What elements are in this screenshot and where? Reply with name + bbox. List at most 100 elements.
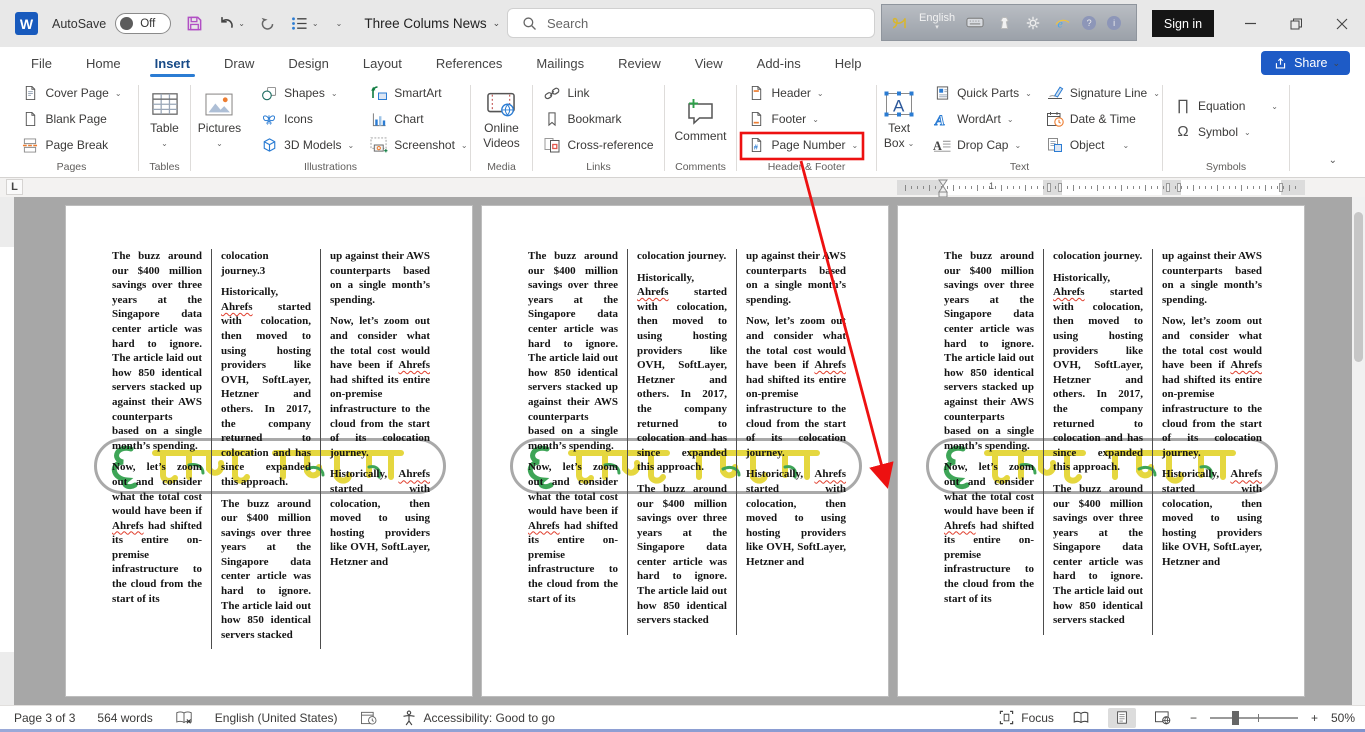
text-box-button[interactable]: A Text Box⌄ [875, 84, 923, 154]
blank-page-button[interactable]: Blank Page [17, 108, 125, 131]
right-indent-marker[interactable] [1279, 183, 1283, 192]
signature-line-button[interactable]: Signature Line⌄ [1042, 82, 1164, 105]
word-logo-icon[interactable]: W [15, 12, 38, 35]
date-time-button[interactable]: Date & Time [1042, 108, 1164, 131]
sign-in-button[interactable]: Sign in [1152, 10, 1214, 37]
tab-stop-selector[interactable]: L [6, 179, 23, 195]
tab-review[interactable]: Review [601, 47, 678, 79]
tab-draw[interactable]: Draw [207, 47, 271, 79]
page-indicator[interactable]: Page 3 of 3 [14, 711, 75, 725]
tab-design[interactable]: Design [271, 47, 345, 79]
document-page-3[interactable]: The buzz around our $400 million savings… [897, 205, 1305, 697]
share-button[interactable]: Share ⌄ [1261, 51, 1350, 75]
print-layout-button[interactable] [1108, 708, 1136, 728]
redo-button[interactable] [259, 16, 277, 32]
text-column-2[interactable]: colocation journey.Historically, Ahrefs … [637, 249, 737, 635]
close-button[interactable] [1319, 0, 1365, 47]
equation-button[interactable]: ∏Equation⌄ [1170, 95, 1282, 118]
web-layout-button[interactable] [1149, 708, 1177, 728]
link-button[interactable]: Link [539, 82, 657, 105]
document-page-2[interactable]: The buzz around our $400 million savings… [481, 205, 889, 697]
quick-parts-button[interactable]: Quick Parts⌄ [929, 82, 1036, 105]
shapes-button[interactable]: Shapes⌄ [256, 82, 358, 105]
restore-button[interactable] [1273, 0, 1319, 47]
text-column-2[interactable]: colocation journey.Historically, Ahrefs … [1053, 249, 1153, 635]
cover-page-button[interactable]: Cover Page⌄ [17, 82, 125, 105]
text-column-3[interactable]: up against their AWS counterparts based … [746, 249, 846, 635]
skin-icon[interactable] [995, 15, 1013, 31]
tab-mailings[interactable]: Mailings [519, 47, 601, 79]
comment-button[interactable]: Comment [667, 92, 733, 147]
tab-insert[interactable]: Insert [138, 47, 207, 79]
focus-mode-button[interactable]: Focus [997, 710, 1054, 726]
header-button[interactable]: Header⌄ [744, 82, 870, 105]
accessibility-checker[interactable]: Accessibility: Good to go [400, 710, 555, 726]
document-area[interactable]: The buzz around our $400 million savings… [0, 197, 1365, 705]
tab-file[interactable]: File [14, 47, 69, 79]
text-column-3[interactable]: up against their AWS counterparts based … [1162, 249, 1262, 635]
macro-recording-button[interactable] [360, 710, 378, 726]
pictures-button[interactable]: Pictures ⌄ [191, 84, 248, 154]
text-column-1[interactable]: The buzz around our $400 million savings… [528, 249, 628, 635]
keyboard-icon[interactable] [966, 15, 984, 31]
tab-help[interactable]: Help [818, 47, 879, 79]
icons-button[interactable]: Icons [256, 108, 358, 131]
column-marker[interactable] [1177, 183, 1181, 192]
save-button[interactable] [185, 16, 203, 32]
help-icon[interactable]: ? [1082, 16, 1096, 30]
minimize-button[interactable] [1227, 0, 1273, 47]
tab-home[interactable]: Home [69, 47, 138, 79]
customize-quick-access-button[interactable]: ⌄ [333, 19, 343, 28]
column-marker[interactable] [1166, 183, 1170, 192]
drop-cap-button[interactable]: ADrop Cap⌄ [929, 134, 1036, 157]
document-page-1[interactable]: The buzz around our $400 million savings… [65, 205, 473, 697]
page-number-button[interactable]: #Page Number⌄ [744, 134, 870, 157]
indent-marker[interactable] [938, 179, 948, 197]
column-marker[interactable] [1058, 183, 1062, 192]
info-icon[interactable]: i [1107, 16, 1121, 30]
document-title[interactable]: Three Colums News⌄ [364, 16, 500, 31]
smartart-button[interactable]: SmartArt [366, 82, 470, 105]
tab-view[interactable]: View [678, 47, 740, 79]
browser-icon[interactable]: e [1053, 15, 1071, 31]
proofing-errors-button[interactable] [175, 710, 193, 726]
online-videos-button[interactable]: Online Videos [476, 84, 526, 154]
footer-button[interactable]: Footer⌄ [744, 108, 870, 131]
scrollbar-thumb[interactable] [1354, 212, 1363, 362]
word-count[interactable]: 564 words [97, 711, 152, 725]
text-column-1[interactable]: The buzz around our $400 million savings… [944, 249, 1044, 635]
bullet-list-button[interactable]: ⌄ [291, 16, 319, 32]
screenshot-button[interactable]: Screenshot⌄ [366, 134, 470, 157]
cross-reference-button[interactable]: Cross-reference [539, 134, 657, 157]
object-button[interactable]: Object⌄ [1042, 134, 1164, 157]
chart-button[interactable]: Chart [366, 108, 470, 131]
undo-button[interactable]: ⌄ [217, 16, 245, 32]
avro-script-icon[interactable] [890, 15, 908, 31]
text-column-2[interactable]: colocation journey.3Historically, Ahrefs… [221, 249, 321, 649]
vertical-scrollbar[interactable] [1352, 197, 1365, 705]
zoom-slider[interactable] [1210, 717, 1298, 719]
collapse-ribbon-button[interactable]: ⌄ [1329, 155, 1337, 166]
page-break-button[interactable]: Page Break [17, 134, 125, 157]
3d-models-button[interactable]: 3D Models⌄ [256, 134, 358, 157]
language-indicator[interactable]: English (United States) [215, 711, 338, 725]
gear-icon[interactable] [1024, 15, 1042, 31]
tab-references[interactable]: References [419, 47, 519, 79]
autosave-toggle[interactable]: Off [115, 13, 171, 34]
wordart-button[interactable]: AWordArt⌄ [929, 108, 1036, 131]
text-column-3[interactable]: up against their AWS counterparts based … [330, 249, 430, 649]
keyboard-language-selector[interactable]: English▾ [919, 13, 955, 33]
text-column-1[interactable]: The buzz around our $400 million savings… [112, 249, 212, 649]
read-mode-button[interactable] [1067, 708, 1095, 728]
zoom-in-button[interactable]: + [1311, 711, 1318, 725]
column-marker[interactable] [1047, 183, 1051, 192]
zoom-slider-thumb[interactable] [1232, 711, 1239, 725]
zoom-out-button[interactable]: − [1190, 711, 1197, 725]
search-box[interactable]: Search [507, 8, 875, 38]
tab-add-ins[interactable]: Add-ins [740, 47, 818, 79]
zoom-level[interactable]: 50% [1331, 711, 1355, 725]
table-button[interactable]: Table ⌄ [143, 84, 187, 154]
tab-layout[interactable]: Layout [346, 47, 419, 79]
horizontal-ruler[interactable]: 1 [897, 180, 1305, 195]
bookmark-button[interactable]: Bookmark [539, 108, 657, 131]
